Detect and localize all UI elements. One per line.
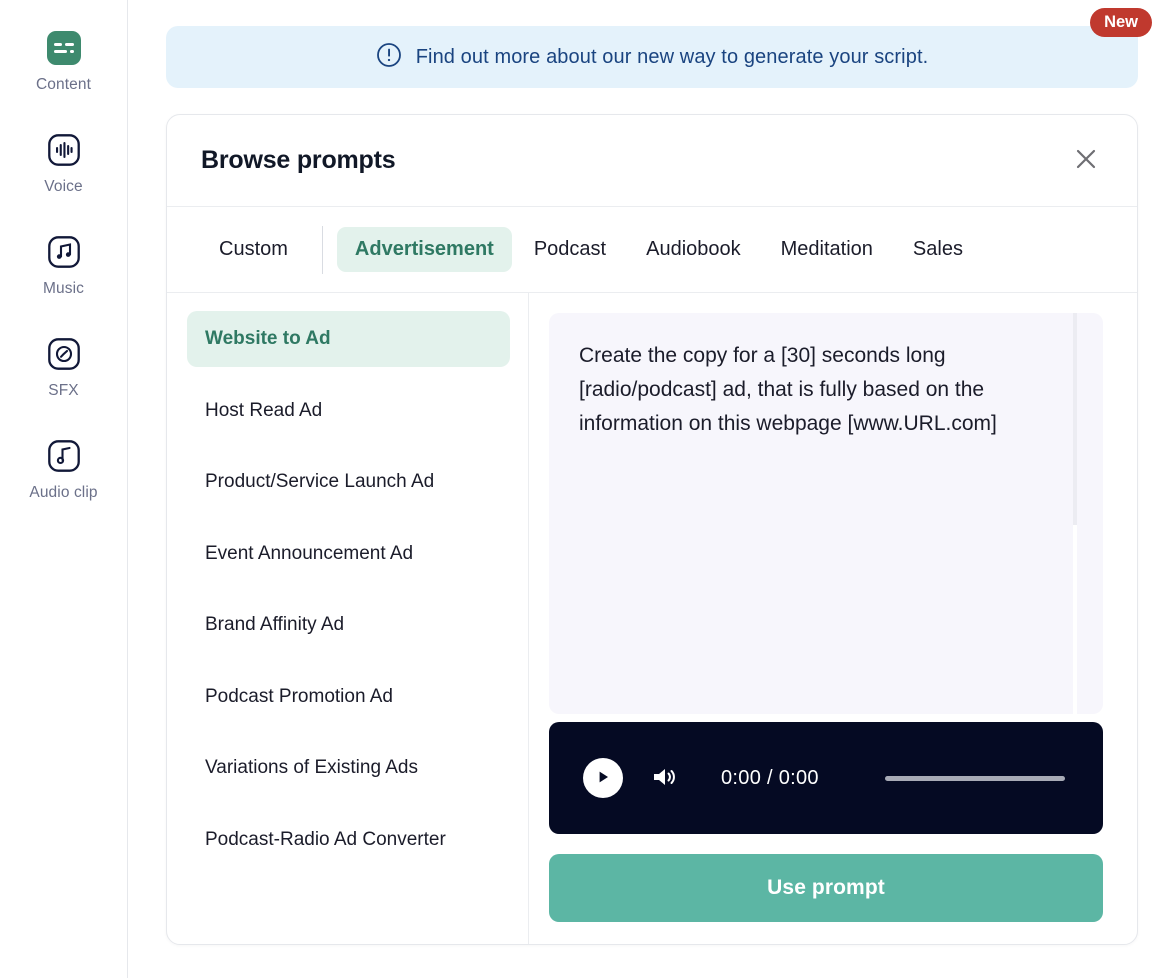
sidebar-item-label: Content bbox=[36, 76, 91, 93]
list-item[interactable]: Host Read Ad bbox=[187, 383, 510, 439]
prompt-text: Create the copy for a [30] seconds long … bbox=[579, 344, 997, 436]
app-root: Content Voice Music SFX Audio clip Find … bbox=[0, 0, 1164, 978]
status-badge: New bbox=[1090, 8, 1152, 38]
prompt-list[interactable]: Website to Ad Host Read Ad Product/Servi… bbox=[167, 293, 529, 944]
sidebar-item-content[interactable]: Content bbox=[0, 26, 127, 94]
tab-custom[interactable]: Custom bbox=[201, 227, 306, 272]
tab-podcast[interactable]: Podcast bbox=[516, 227, 624, 272]
seek-slider[interactable] bbox=[884, 775, 1065, 781]
prompt-textarea[interactable]: Create the copy for a [30] seconds long … bbox=[549, 313, 1103, 714]
list-item[interactable]: Podcast Promotion Ad bbox=[187, 669, 510, 725]
audio-clip-icon bbox=[42, 434, 86, 478]
modal-header: Browse prompts bbox=[167, 115, 1137, 207]
volume-icon bbox=[652, 765, 680, 792]
list-item[interactable]: Variations of Existing Ads bbox=[187, 740, 510, 796]
sidebar-item-label: Music bbox=[43, 280, 84, 297]
promo-banner[interactable]: Find out more about our new way to gener… bbox=[166, 26, 1138, 88]
sfx-icon bbox=[42, 332, 86, 376]
info-circle-icon bbox=[376, 42, 402, 73]
browse-prompts-modal: Browse prompts Custom Advertisement Podc… bbox=[166, 114, 1138, 945]
music-icon bbox=[42, 230, 86, 274]
modal-body: Website to Ad Host Read Ad Product/Servi… bbox=[167, 293, 1137, 944]
audio-player: 0:00 / 0:00 bbox=[549, 722, 1103, 834]
sidebar-item-sfx[interactable]: SFX bbox=[0, 332, 127, 400]
tab-audiobook[interactable]: Audiobook bbox=[628, 227, 759, 272]
prompt-detail: Create the copy for a [30] seconds long … bbox=[529, 293, 1137, 944]
play-icon bbox=[595, 769, 611, 788]
sidebar-item-label: SFX bbox=[48, 382, 79, 399]
sidebar-item-audio-clip[interactable]: Audio clip bbox=[0, 434, 127, 502]
time-separator: / bbox=[767, 766, 773, 789]
prompt-scrollbar-thumb[interactable] bbox=[1073, 313, 1077, 525]
time-display: 0:00 / 0:00 bbox=[721, 767, 819, 790]
banner-wrapper: Find out more about our new way to gener… bbox=[166, 8, 1152, 88]
page-title: Browse prompts bbox=[201, 146, 396, 174]
play-button[interactable] bbox=[583, 758, 623, 798]
tab-advertisement[interactable]: Advertisement bbox=[336, 227, 512, 272]
category-tabs: Custom Advertisement Podcast Audiobook M… bbox=[167, 207, 1137, 293]
main-content: Find out more about our new way to gener… bbox=[128, 0, 1164, 978]
sidebar-item-voice[interactable]: Voice bbox=[0, 128, 127, 196]
close-button[interactable] bbox=[1069, 144, 1103, 178]
content-icon bbox=[42, 26, 86, 70]
list-item[interactable]: Product/Service Launch Ad bbox=[187, 454, 510, 510]
list-item[interactable]: Podcast-Radio Ad Converter bbox=[187, 812, 510, 868]
sidebar-item-music[interactable]: Music bbox=[0, 230, 127, 298]
volume-button[interactable] bbox=[649, 761, 683, 795]
tab-divider bbox=[321, 225, 323, 274]
voice-icon bbox=[42, 128, 86, 172]
close-icon bbox=[1074, 147, 1098, 174]
sidebar: Content Voice Music SFX Audio clip bbox=[0, 0, 128, 978]
sidebar-item-label: Audio clip bbox=[29, 484, 98, 501]
tab-sales[interactable]: Sales bbox=[895, 227, 981, 272]
list-item[interactable]: Event Announcement Ad bbox=[187, 526, 510, 582]
duration: 0:00 bbox=[778, 766, 819, 789]
use-prompt-button[interactable]: Use prompt bbox=[549, 854, 1103, 922]
banner-text: Find out more about our new way to gener… bbox=[415, 45, 929, 68]
list-item[interactable]: Brand Affinity Ad bbox=[187, 597, 510, 653]
current-time: 0:00 bbox=[721, 766, 762, 789]
list-item[interactable]: Website to Ad bbox=[187, 311, 510, 367]
sidebar-item-label: Voice bbox=[44, 178, 83, 195]
tab-meditation[interactable]: Meditation bbox=[763, 227, 891, 272]
